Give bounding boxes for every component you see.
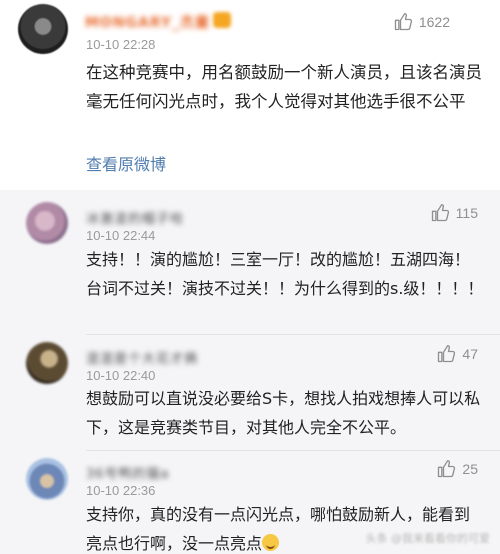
timestamp: 10-10 22:28: [86, 37, 156, 52]
timestamp: 10-10 22:44: [86, 228, 156, 243]
reply-text: 想鼓励可以直说没必要给S卡，想找人拍戏想捧人可以私下，这是竞赛类节目，对其他人完…: [86, 389, 481, 437]
timestamp: 10-10 22:40: [86, 368, 156, 383]
thumbs-up-icon: [438, 345, 456, 363]
divider: [86, 450, 500, 451]
like-count: 47: [462, 346, 478, 362]
divider: [86, 334, 500, 335]
comment-text: 在这种竞赛中，用名额鼓励一个新人演员，且该名演员毫无任何闪光点时，我个人觉得对其…: [86, 63, 482, 111]
username[interactable]: 36号鸭的猫a: [86, 463, 170, 482]
timestamp: 10-10 22:36: [86, 483, 156, 498]
view-original-link[interactable]: 查看原微博: [86, 151, 166, 175]
avatar[interactable]: [26, 202, 68, 244]
vip-badge-icon: [213, 12, 231, 28]
username[interactable]: 冰激凌的帽子哈: [86, 208, 184, 227]
like-button[interactable]: 47: [436, 344, 478, 364]
avatar[interactable]: [18, 4, 68, 54]
like-count: 1622: [418, 14, 450, 30]
reply-text: 支持！！演的尴尬！三室一厅！改的尴尬！五湖四海！台词不过关！演技不过关！！为什么…: [86, 250, 484, 298]
avatar[interactable]: [26, 458, 68, 500]
laughing-emoji-icon: [262, 534, 280, 551]
like-button[interactable]: 25: [436, 459, 478, 479]
watermark: 头条 @我来看看你的可爱: [365, 532, 491, 545]
thumbs-up-icon: [394, 13, 412, 31]
username[interactable]: 混混是个大花才俩: [86, 348, 198, 367]
like-count: 115: [455, 205, 478, 221]
like-button[interactable]: 1622: [393, 12, 450, 32]
like-count: 25: [462, 461, 478, 477]
thumbs-up-icon: [431, 204, 449, 222]
thumbs-up-icon: [438, 460, 456, 478]
avatar[interactable]: [26, 342, 68, 384]
main-comment: MONGARY_杰童 10-10 22:28 1622 在这种竞赛中，用名额鼓励…: [0, 0, 500, 190]
like-button[interactable]: 115: [430, 203, 478, 223]
username[interactable]: MONGARY_杰童: [85, 12, 210, 32]
